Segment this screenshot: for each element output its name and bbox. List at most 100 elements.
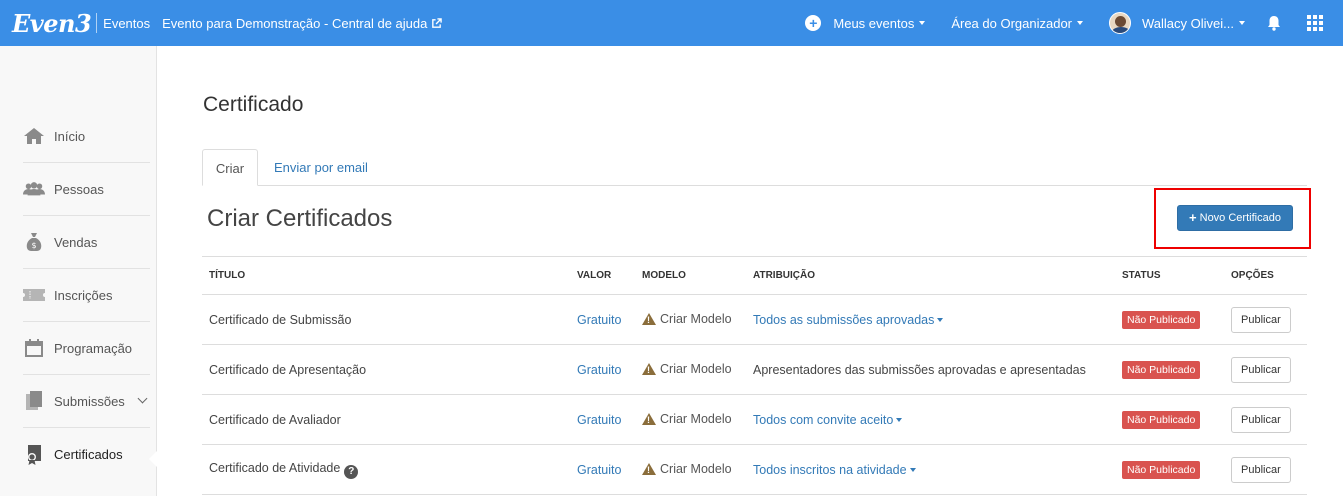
publish-button[interactable]: Publicar [1231, 356, 1291, 383]
sidebar: Início Pessoas $ Vendas Inscrições Progr… [0, 46, 157, 496]
column-header-titulo[interactable]: TÍTULO [202, 256, 570, 295]
top-navbar: Even3 Eventos Evento para Demonstração -… [0, 0, 1343, 46]
sidebar-item-label: Certificados [54, 447, 123, 462]
cert-title: Certificado de Apresentação [202, 344, 570, 395]
attribution-label: Apresentadores das submissões aprovadas … [753, 362, 1086, 377]
sidebar-item-certificados[interactable]: Certificados [23, 428, 150, 481]
calendar-icon [23, 338, 45, 358]
table-row: Certificado de Submissão Gratuito ! Criar… [202, 294, 1307, 345]
certificates-table: TÍTULO VALOR MODELO ATRIBUIÇÃO STATUS OP… [202, 256, 1307, 495]
create-template-link[interactable]: ! Criar Modelo [642, 462, 732, 476]
sidebar-item-inicio[interactable]: Início [23, 110, 150, 163]
topbar-right-group: + Meus eventos Área do Organizador Walla… [805, 0, 1343, 46]
column-header-valor[interactable]: VALOR [570, 256, 635, 295]
caret-down-icon [919, 21, 926, 25]
ticket-icon [23, 285, 45, 305]
warning-icon: ! [642, 362, 656, 375]
sidebar-item-submissoes[interactable]: Submissões [23, 375, 150, 428]
column-header-modelo[interactable]: MODELO [635, 256, 746, 295]
status-badge: Não Publicado [1122, 360, 1201, 379]
cert-title: Certificado de Atividade [209, 460, 341, 475]
status-badge: Não Publicado [1122, 460, 1201, 479]
price-link[interactable]: Gratuito [577, 313, 621, 327]
user-menu[interactable]: Wallacy Olivei... [1109, 12, 1245, 34]
column-header-opcoes[interactable]: OPÇÕES [1224, 256, 1307, 295]
user-name: Wallacy Olivei... [1142, 15, 1234, 31]
attribution-label: Todos as submissões aprovadas [753, 312, 935, 327]
even3-logo[interactable]: Even3 [12, 9, 92, 38]
attribution-label: Todos com convite aceito [753, 412, 894, 427]
status-badge: Não Publicado [1122, 410, 1201, 429]
caret-down-icon [909, 468, 916, 473]
organizer-area-menu[interactable]: Área do Organizador [951, 15, 1084, 31]
new-certificate-label: Novo Certificado [1199, 212, 1281, 224]
my-events-menu[interactable]: Meus eventos [833, 15, 926, 31]
sidebar-item-label: Vendas [54, 234, 98, 250]
plus-icon: + [1189, 210, 1197, 225]
caret-down-icon [896, 418, 903, 423]
chevron-down-icon[interactable] [137, 393, 148, 404]
active-item-pointer [149, 451, 157, 467]
caret-down-icon [1239, 21, 1245, 25]
section-title: Criar Certificados [207, 205, 393, 232]
sidebar-item-programacao[interactable]: Programação [23, 322, 150, 375]
publish-button[interactable]: Publicar [1231, 456, 1291, 483]
create-template-label: Criar Modelo [660, 311, 732, 326]
table-row: Certificado de Avaliador Gratuito ! Criar… [202, 394, 1307, 445]
sidebar-item-label: Programação [54, 340, 133, 356]
create-template-link[interactable]: ! Criar Modelo [642, 362, 732, 376]
people-icon [23, 179, 45, 199]
column-header-atribuicao[interactable]: ATRIBUIÇÃO [746, 256, 1115, 295]
attribution-dropdown[interactable]: Todos inscritos na atividade [753, 463, 916, 477]
cert-title: Certificado de Submissão [202, 294, 570, 345]
page-title: Certificado [203, 93, 304, 116]
sidebar-item-label: Início [54, 128, 86, 144]
event-title-text: Evento para Demonstração - Central de aj… [162, 15, 428, 31]
sidebar-item-vendas[interactable]: $ Vendas [23, 216, 150, 269]
warning-icon: ! [642, 462, 656, 475]
status-badge: Não Publicado [1122, 310, 1201, 329]
attribution-dropdown[interactable]: Todos com convite aceito [753, 412, 903, 427]
cert-title-cell: Certificado de Atividade? [202, 444, 570, 495]
home-icon [23, 126, 45, 146]
column-header-status[interactable]: STATUS [1115, 256, 1224, 295]
publish-button[interactable]: Publicar [1231, 306, 1291, 333]
documents-icon [23, 391, 45, 411]
attribution-label: Todos inscritos na atividade [753, 462, 907, 477]
my-events-label: Meus eventos [833, 15, 915, 31]
apps-grid-icon[interactable] [1307, 15, 1323, 31]
warning-icon: ! [642, 412, 656, 425]
create-template-link[interactable]: ! Criar Modelo [642, 312, 732, 326]
sidebar-item-label: Inscrições [54, 287, 113, 303]
price-link[interactable]: Gratuito [577, 463, 621, 477]
money-bag-icon: $ [23, 232, 45, 252]
price-link[interactable]: Gratuito [577, 413, 621, 427]
bell-icon[interactable] [1267, 15, 1281, 31]
external-link-icon [432, 17, 443, 28]
tab-criar[interactable]: Criar [202, 149, 258, 186]
sidebar-item-inscricoes[interactable]: Inscrições [23, 269, 150, 322]
tabs-bar: Criar Enviar por email [202, 149, 1307, 186]
tab-enviar-por-email[interactable]: Enviar por email [260, 149, 382, 186]
help-icon[interactable]: ? [344, 464, 359, 479]
avatar [1109, 12, 1132, 34]
organizer-area-label: Área do Organizador [951, 15, 1073, 31]
add-circle-icon[interactable]: + [805, 15, 822, 31]
svg-text:$: $ [31, 241, 36, 250]
table-row: Certificado de Atividade? Gratuito ! Cria… [202, 444, 1307, 495]
new-certificate-button[interactable]: + Novo Certificado [1177, 205, 1293, 231]
create-template-label: Criar Modelo [660, 461, 732, 476]
certificate-icon [23, 444, 45, 465]
event-title-link[interactable]: Evento para Demonstração - Central de aj… [162, 15, 443, 31]
caret-down-icon [1077, 21, 1084, 25]
table-header-row: TÍTULO VALOR MODELO ATRIBUIÇÃO STATUS OP… [202, 256, 1307, 295]
brand-subtitle: Eventos [103, 15, 151, 31]
logo-divider [96, 13, 98, 33]
sidebar-item-label: Submissões [54, 393, 125, 409]
create-template-link[interactable]: ! Criar Modelo [642, 412, 732, 426]
sidebar-item-pessoas[interactable]: Pessoas [23, 163, 150, 216]
caret-down-icon [937, 318, 944, 323]
price-link[interactable]: Gratuito [577, 363, 621, 377]
attribution-dropdown[interactable]: Todos as submissões aprovadas [753, 312, 944, 327]
publish-button[interactable]: Publicar [1231, 406, 1291, 433]
